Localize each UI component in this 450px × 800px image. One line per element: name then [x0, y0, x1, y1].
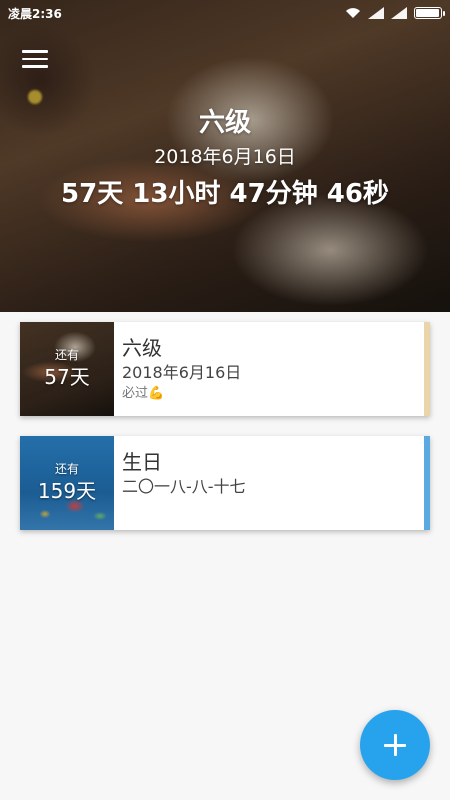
wifi-icon: [346, 8, 360, 18]
event-date: 二〇一八-八-十七: [122, 477, 246, 496]
hero-text: 六级 2018年6月16日 57天 13小时 47分钟 46秒: [0, 104, 450, 216]
battery-icon: [414, 7, 445, 19]
event-accent-bar: [424, 322, 430, 416]
add-event-button[interactable]: [360, 710, 430, 780]
signal-icon: [368, 7, 384, 19]
remaining-days: 159天: [37, 479, 97, 503]
status-bar: 凌晨2:36: [0, 0, 450, 26]
menu-button[interactable]: [22, 50, 48, 70]
event-accent-bar: [424, 436, 430, 530]
event-thumbnail: 还有 159天: [20, 436, 114, 530]
remaining-label: 还有: [54, 348, 79, 362]
event-card-cet6[interactable]: 还有 57天 六级 2018年6月16日 必过💪: [20, 322, 430, 416]
status-icons: [345, 7, 445, 19]
thumbnail-text: 还有 57天: [20, 322, 114, 416]
plus-icon: [384, 734, 406, 756]
hero-countdown: 57天 13小时 47分钟 46秒: [61, 179, 389, 209]
event-body: 生日 二〇一八-八-十七: [114, 436, 424, 530]
status-time: 凌晨2:36: [8, 6, 62, 21]
event-card-birthday[interactable]: 还有 159天 生日 二〇一八-八-十七: [20, 436, 430, 530]
thumbnail-text: 还有 159天: [20, 436, 114, 530]
event-title: 六级: [122, 336, 162, 360]
event-date: 2018年6月16日: [122, 363, 242, 382]
hero-title: 六级: [198, 108, 251, 138]
event-title: 生日: [122, 450, 162, 474]
menu-icon-line: [22, 65, 48, 68]
event-note: 必过💪: [122, 386, 165, 401]
remaining-days: 57天: [44, 365, 90, 389]
battery-fill: [416, 9, 440, 17]
event-thumbnail: 还有 57天: [20, 322, 114, 416]
menu-icon-line: [22, 50, 48, 53]
hero-date: 2018年6月16日: [154, 146, 296, 168]
remaining-label: 还有: [54, 462, 79, 476]
hero-banner: 凌晨2:36 六级 2018年6月16日 57天 13小时 47分钟 46秒: [0, 0, 450, 312]
signal-icon-2: [391, 7, 407, 19]
menu-icon-line: [22, 57, 48, 60]
event-body: 六级 2018年6月16日 必过💪: [114, 322, 424, 416]
